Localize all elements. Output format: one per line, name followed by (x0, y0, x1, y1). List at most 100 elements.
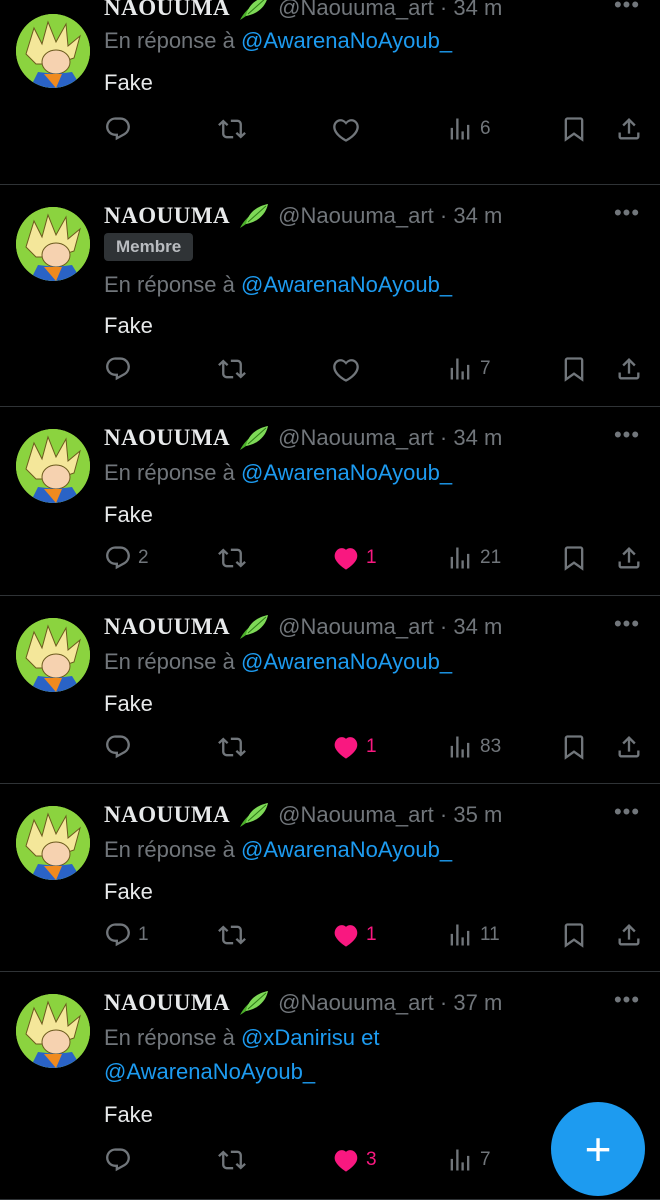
retweet-button[interactable] (218, 1144, 246, 1176)
retweet-icon (218, 1146, 246, 1174)
tweet[interactable]: NAOUUMA @Naouuma_art · 34 m ••• En répon… (0, 0, 660, 185)
reply-mention[interactable]: @xDanirisu et (241, 1025, 380, 1050)
compose-button[interactable]: + (551, 1102, 645, 1196)
tweet-actions: 6 (104, 113, 644, 145)
share-button[interactable] (615, 919, 643, 951)
tweet-header: NAOUUMA @Naouuma_art · 34 m (104, 0, 600, 23)
reply-prefix: En réponse à (104, 1025, 235, 1050)
bookmark-button[interactable] (560, 542, 588, 574)
heart-filled-icon (332, 921, 360, 949)
share-button[interactable] (615, 542, 643, 574)
views-button[interactable]: 83 (446, 731, 501, 763)
retweet-button[interactable] (218, 353, 246, 385)
heart-icon (332, 355, 360, 383)
avatar[interactable] (16, 429, 90, 503)
avatar[interactable] (16, 994, 90, 1068)
reply-button[interactable] (104, 113, 138, 145)
compose-plus-icon: + (584, 1123, 612, 1175)
more-options-icon[interactable]: ••• (612, 202, 642, 227)
reply-mention[interactable]: @AwarenaNoAyoub_ (241, 460, 452, 485)
reply-mention[interactable]: @AwarenaNoAyoub_ (241, 649, 452, 674)
retweet-button[interactable] (218, 542, 246, 574)
like-button[interactable]: 1 (332, 919, 377, 951)
separator-dot: · (433, 203, 454, 228)
user-handle[interactable]: @Naouuma_art (278, 614, 434, 640)
bookmark-button[interactable] (560, 919, 588, 951)
user-handle[interactable]: @Naouuma_art (278, 425, 434, 451)
tweet[interactable]: NAOUUMA @Naouuma_art · 34 m ••• En répon… (0, 596, 660, 784)
reply-mention[interactable]: @AwarenaNoAyoub_ (241, 837, 452, 862)
like-button[interactable]: 3 (332, 1144, 377, 1176)
tweet[interactable]: NAOUUMA @Naouuma_art · 34 m ••• En répon… (0, 407, 660, 596)
share-icon (615, 115, 643, 143)
views-chart-icon (446, 115, 474, 143)
more-options-icon[interactable]: ••• (612, 424, 642, 449)
reply-button[interactable] (104, 1144, 138, 1176)
avatar[interactable] (16, 806, 90, 880)
tweet-actions: 7 (104, 353, 644, 385)
display-name[interactable]: NAOUUMA (104, 802, 230, 828)
share-icon (615, 733, 643, 761)
display-name[interactable]: NAOUUMA (104, 614, 230, 640)
reply-button[interactable]: 2 (104, 542, 149, 574)
timestamp[interactable]: 34 m (453, 0, 502, 21)
like-button[interactable] (332, 353, 366, 385)
reply-icon (104, 1146, 132, 1174)
views-button[interactable]: 11 (446, 919, 500, 951)
reply-button[interactable] (104, 353, 138, 385)
timestamp[interactable]: 34 m (453, 614, 502, 640)
reply-icon (104, 544, 132, 572)
share-button[interactable] (615, 113, 643, 145)
display-name[interactable]: NAOUUMA (104, 990, 230, 1016)
reply-icon (104, 355, 132, 383)
more-options-icon[interactable]: ••• (612, 0, 642, 19)
reply-button[interactable]: 1 (104, 919, 149, 951)
display-name[interactable]: NAOUUMA (104, 425, 230, 451)
more-options-icon[interactable]: ••• (612, 801, 642, 826)
tweet[interactable]: NAOUUMA @Naouuma_art · 35 m ••• En répon… (0, 784, 660, 972)
reply-prefix: En réponse à (104, 272, 235, 297)
more-options-icon[interactable]: ••• (612, 613, 642, 638)
views-button[interactable]: 6 (446, 113, 491, 145)
reply-icon (104, 115, 132, 143)
display-name[interactable]: NAOUUMA (104, 203, 230, 229)
bookmark-button[interactable] (560, 353, 588, 385)
reply-mention[interactable]: @AwarenaNoAyoub_ (104, 1059, 315, 1084)
share-button[interactable] (615, 353, 643, 385)
share-button[interactable] (615, 731, 643, 763)
user-handle[interactable]: @Naouuma_art (278, 203, 434, 229)
retweet-button[interactable] (218, 919, 246, 951)
timestamp[interactable]: 37 m (453, 990, 502, 1016)
user-handle[interactable]: @Naouuma_art (278, 802, 434, 828)
bookmark-icon (560, 115, 588, 143)
like-button[interactable]: 1 (332, 542, 377, 574)
timestamp[interactable]: 35 m (453, 802, 502, 828)
heart-icon (332, 115, 360, 143)
reply-mention[interactable]: @AwarenaNoAyoub_ (241, 28, 452, 53)
avatar[interactable] (16, 618, 90, 692)
timestamp[interactable]: 34 m (453, 425, 502, 451)
user-handle[interactable]: @Naouuma_art (278, 0, 434, 21)
share-icon (615, 921, 643, 949)
bookmark-button[interactable] (560, 113, 588, 145)
user-handle[interactable]: @Naouuma_art (278, 990, 434, 1016)
like-button[interactable]: 1 (332, 731, 377, 763)
avatar[interactable] (16, 14, 90, 88)
timestamp[interactable]: 34 m (453, 203, 502, 229)
share-icon (615, 355, 643, 383)
bookmark-button[interactable] (560, 731, 588, 763)
like-count: 1 (366, 736, 377, 757)
views-button[interactable]: 7 (446, 353, 491, 385)
reply-mention[interactable]: @AwarenaNoAyoub_ (241, 272, 452, 297)
display-name[interactable]: NAOUUMA (104, 0, 230, 21)
retweet-button[interactable] (218, 113, 246, 145)
tweet[interactable]: NAOUUMA @Naouuma_art · 34 m ••• Membre En… (0, 185, 660, 407)
views-button[interactable]: 21 (446, 542, 501, 574)
avatar[interactable] (16, 207, 90, 281)
like-button[interactable] (332, 113, 366, 145)
like-count: 3 (366, 1149, 377, 1170)
reply-button[interactable] (104, 731, 138, 763)
retweet-button[interactable] (218, 731, 246, 763)
more-options-icon[interactable]: ••• (612, 989, 642, 1014)
views-button[interactable]: 7 (446, 1144, 491, 1176)
